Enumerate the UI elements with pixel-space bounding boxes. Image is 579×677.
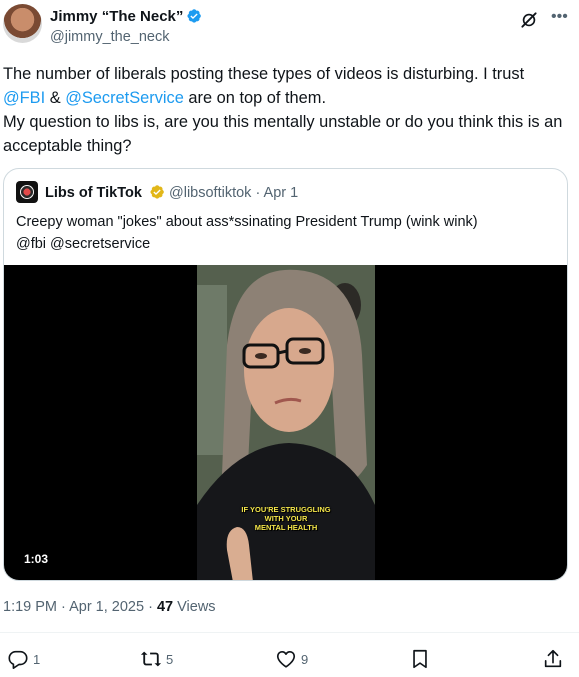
video-caption-line-2: WITH YOUR bbox=[264, 514, 308, 523]
author-display-name[interactable]: Jimmy “The Neck” bbox=[50, 8, 183, 25]
author-handle[interactable]: @jimmy_the_neck bbox=[50, 29, 169, 45]
quoted-header: Libs of TikTok @libsoftiktok · Apr 1 bbox=[45, 184, 298, 201]
meta-separator: · bbox=[144, 599, 157, 615]
tweet-meta: 1:19 PM · Apr 1, 2025 · 47 Views bbox=[3, 599, 216, 615]
grok-icon[interactable] bbox=[519, 10, 539, 30]
repost-button[interactable]: 5 bbox=[140, 647, 173, 671]
mention-fbi-link[interactable]: @FBI bbox=[3, 89, 45, 107]
quoted-handle[interactable]: @libsoftiktok bbox=[169, 185, 251, 201]
quoted-separator: · bbox=[251, 185, 264, 201]
tweet-paragraph-2: My question to libs is, are you this men… bbox=[3, 113, 563, 155]
meta-separator: · bbox=[57, 599, 70, 615]
video-caption-line-1: IF YOU'RE STRUGGLING bbox=[241, 505, 331, 514]
like-button[interactable]: 9 bbox=[275, 647, 308, 671]
views-label: Views bbox=[173, 599, 216, 615]
mention-secretservice-link[interactable]: @SecretService bbox=[65, 89, 184, 107]
tweet-date[interactable]: Apr 1, 2025 bbox=[69, 599, 144, 615]
author-name-row[interactable]: Jimmy “The Neck” bbox=[50, 8, 202, 25]
reply-count: 1 bbox=[33, 651, 41, 667]
author-avatar[interactable] bbox=[3, 4, 42, 43]
verified-gold-badge-icon bbox=[150, 185, 164, 199]
divider bbox=[0, 632, 579, 633]
video-caption-line-3: MENTAL HEALTH bbox=[254, 523, 318, 532]
bookmark-icon bbox=[413, 649, 427, 669]
like-count: 9 bbox=[301, 651, 309, 667]
tweet-paragraph-1: The number of liberals posting these typ… bbox=[3, 62, 571, 110]
video-player[interactable]: IF YOU'RE STRUGGLING WITH YOUR MENTAL HE… bbox=[4, 265, 567, 580]
tweet-time[interactable]: 1:19 PM bbox=[3, 599, 57, 615]
share-icon bbox=[544, 649, 562, 668]
repost-icon bbox=[140, 651, 162, 667]
quoted-text-line-1: Creepy woman "jokes" about ass*ssinating… bbox=[16, 214, 478, 230]
reply-icon bbox=[8, 650, 28, 669]
tweet-text-segment: The number of liberals posting these typ… bbox=[3, 65, 525, 83]
views-count: 47 bbox=[156, 599, 174, 615]
more-icon[interactable]: ••• bbox=[551, 8, 568, 26]
video-frame: IF YOU'RE STRUGGLING WITH YOUR MENTAL HE… bbox=[197, 265, 375, 580]
quoted-text: Creepy woman "jokes" about ass*ssinating… bbox=[16, 211, 556, 255]
bookmark-button[interactable] bbox=[409, 647, 431, 671]
quoted-display-name[interactable]: Libs of TikTok bbox=[45, 185, 142, 201]
heart-icon bbox=[276, 651, 296, 668]
repost-count: 5 bbox=[166, 651, 174, 667]
tweet-text: The number of liberals posting these typ… bbox=[3, 62, 571, 158]
verified-badge-icon bbox=[187, 9, 202, 23]
share-button[interactable] bbox=[542, 647, 564, 671]
quoted-text-line-2: @fbi @secretservice bbox=[16, 236, 151, 252]
video-duration: 1:03 bbox=[24, 552, 49, 566]
reply-button[interactable]: 1 bbox=[7, 647, 40, 671]
quoted-tweet-card[interactable]: Libs of TikTok @libsoftiktok · Apr 1 Cre… bbox=[3, 168, 568, 581]
quoted-date[interactable]: Apr 1 bbox=[264, 185, 299, 201]
tweet-text-segment: are on top of them. bbox=[183, 89, 326, 107]
tweet-text-segment: & bbox=[45, 89, 66, 107]
video-still-image bbox=[197, 265, 375, 580]
quoted-author-avatar[interactable] bbox=[16, 181, 38, 203]
